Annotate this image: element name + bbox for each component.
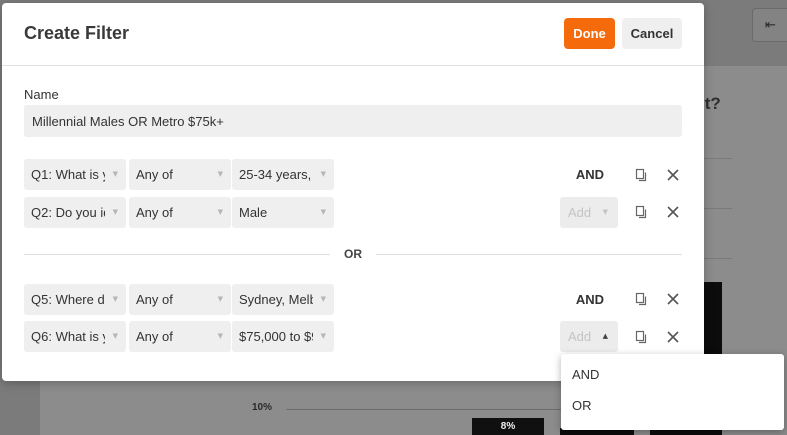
chevron-down-icon: ▼	[602, 208, 608, 216]
chevron-down-icon: ▼	[217, 170, 223, 178]
question-select[interactable]: Q1: What is your age? ▼	[24, 159, 126, 190]
conjunction-dropdown-menu: AND OR	[561, 354, 784, 430]
answer-select-value: Male	[239, 205, 268, 220]
add-conjunction-placeholder: Add	[568, 329, 592, 344]
operator-select-value: Any of	[136, 167, 173, 182]
operator-select[interactable]: Any of ▼	[129, 159, 231, 190]
background-divider	[702, 208, 732, 209]
dropdown-option-and[interactable]: AND	[561, 360, 784, 390]
done-button[interactable]: Done	[564, 18, 615, 49]
add-conjunction-select[interactable]: Add ▼	[560, 197, 618, 228]
chevron-down-icon: ▼	[217, 208, 223, 216]
question-select-value: Q2: Do you identify as...	[31, 205, 105, 220]
operator-select-value: Any of	[136, 329, 173, 344]
operator-select[interactable]: Any of ▼	[129, 321, 231, 352]
question-select-value: Q5: Where do you live?	[31, 292, 105, 307]
modal-title: Create Filter	[24, 23, 130, 43]
chevron-down-icon: ▼	[217, 332, 223, 340]
operator-select-value: Any of	[136, 205, 173, 220]
question-select[interactable]: Q2: Do you identify as... ▼	[24, 197, 126, 228]
cancel-button[interactable]: Cancel	[622, 18, 682, 49]
operator-select-value: Any of	[136, 292, 173, 307]
background-axis-label: 10%	[252, 402, 273, 413]
conjunction-label[interactable]: AND	[562, 284, 618, 315]
close-icon[interactable]	[665, 204, 681, 220]
conjunction-label[interactable]: AND	[562, 159, 618, 190]
close-icon[interactable]	[665, 167, 681, 183]
answer-select-value: $75,000 to $99,999	[239, 329, 313, 344]
question-select-value: Q6: What is your household income?	[31, 329, 105, 344]
name-input[interactable]	[24, 105, 682, 137]
copy-icon[interactable]	[633, 204, 649, 220]
background-exit-button: ⇤	[752, 8, 787, 42]
divider-line	[24, 254, 330, 255]
background-chart-bar	[703, 282, 722, 354]
chevron-down-icon: ▼	[320, 332, 326, 340]
question-select-value: Q1: What is your age?	[31, 167, 105, 182]
chevron-down-icon: ▼	[320, 208, 326, 216]
answer-select[interactable]: Male ▼	[232, 197, 334, 228]
chevron-down-icon: ▼	[112, 208, 118, 216]
operator-select[interactable]: Any of ▼	[129, 284, 231, 315]
chevron-down-icon: ▼	[217, 295, 223, 303]
group-separator: OR	[24, 245, 682, 265]
answer-select[interactable]: $75,000 to $99,999 ▼	[232, 321, 334, 352]
close-icon[interactable]	[665, 329, 681, 345]
chevron-down-icon: ▼	[112, 170, 118, 178]
modal-header: Create Filter Done Cancel	[2, 3, 704, 66]
chevron-down-icon: ▼	[320, 295, 326, 303]
chevron-down-icon: ▼	[112, 295, 118, 303]
exit-icon: ⇤	[765, 18, 776, 33]
copy-icon[interactable]	[633, 291, 649, 307]
add-conjunction-select[interactable]: Add ▲	[560, 321, 618, 352]
chevron-up-icon: ▲	[602, 332, 608, 340]
question-select[interactable]: Q6: What is your household income? ▼	[24, 321, 126, 352]
dropdown-option-or[interactable]: OR	[561, 391, 784, 421]
background-bar-label: 8%	[472, 418, 544, 435]
answer-select-value: Sydney, Melbourne	[239, 292, 313, 307]
copy-icon[interactable]	[633, 167, 649, 183]
copy-icon[interactable]	[633, 329, 649, 345]
group-separator-label: OR	[344, 247, 362, 261]
chevron-down-icon: ▼	[320, 170, 326, 178]
background-divider	[702, 158, 732, 159]
divider-line	[376, 254, 682, 255]
question-select[interactable]: Q5: Where do you live? ▼	[24, 284, 126, 315]
chevron-down-icon: ▼	[112, 332, 118, 340]
add-conjunction-placeholder: Add	[568, 205, 592, 220]
create-filter-modal: Create Filter Done Cancel Name Q1: What …	[2, 3, 704, 381]
name-label: Name	[24, 87, 59, 102]
answer-select[interactable]: 25-34 years, 35-44 years ▼	[232, 159, 334, 190]
answer-select-value: 25-34 years, 35-44 years	[239, 167, 313, 182]
background-divider	[702, 258, 732, 259]
operator-select[interactable]: Any of ▼	[129, 197, 231, 228]
close-icon[interactable]	[665, 291, 681, 307]
answer-select[interactable]: Sydney, Melbourne ▼	[232, 284, 334, 315]
